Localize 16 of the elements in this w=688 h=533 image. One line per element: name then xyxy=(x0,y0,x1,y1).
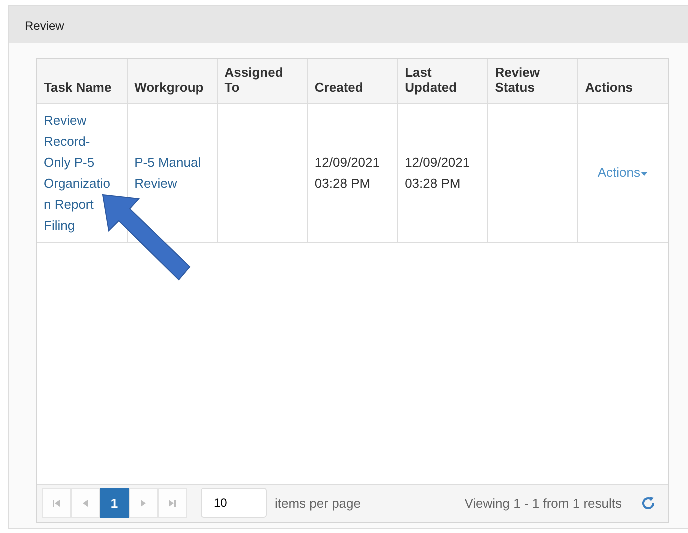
created-text: 12/09/2021 03:28 PM xyxy=(314,154,380,191)
page-size-field[interactable]: 10 xyxy=(201,488,267,518)
page-size-label: items per page xyxy=(275,494,361,513)
last-updated-text: 12/09/2021 03:28 PM xyxy=(405,154,470,191)
column-header[interactable]: Created xyxy=(307,59,398,104)
column-header[interactable]: Actions xyxy=(578,59,668,104)
column-header[interactable]: Last Updated xyxy=(398,59,488,104)
column-header[interactable]: Assigned To xyxy=(217,59,308,104)
results-summary: Viewing 1 - 1 from 1 results xyxy=(464,494,622,513)
column-header[interactable]: Task Name xyxy=(37,59,128,104)
column-header[interactable]: Review Status xyxy=(488,59,578,104)
task-link[interactable]: Review Record- Only P-5 Organizatio n Report Filing xyxy=(44,110,120,236)
column-header[interactable]: Workgroup xyxy=(127,59,218,104)
panel-title: Review xyxy=(25,19,64,33)
workgroup-link[interactable]: P-5 Manual Review xyxy=(134,152,210,194)
page-button[interactable]: 1 xyxy=(100,488,129,518)
